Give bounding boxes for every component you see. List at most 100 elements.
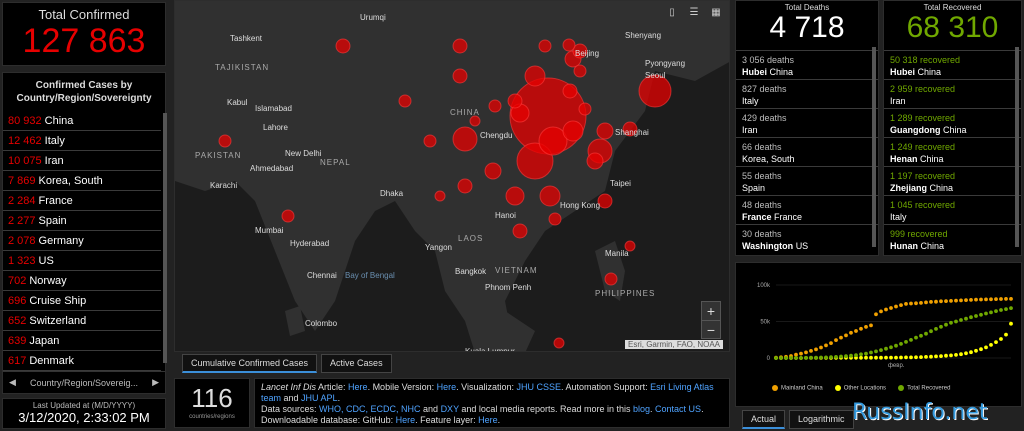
chart-point[interactable] (989, 343, 993, 347)
chart-point[interactable] (904, 355, 908, 360)
tab-logarithmic[interactable]: Logarithmic (789, 410, 854, 429)
chart-point[interactable] (944, 353, 948, 358)
chart-point[interactable] (864, 351, 868, 356)
chart-point[interactable] (974, 314, 978, 318)
chart-point[interactable] (969, 315, 973, 320)
chart-point[interactable] (1004, 297, 1008, 301)
chart-point[interactable] (889, 306, 893, 310)
chart-point[interactable] (784, 356, 788, 360)
country-list-item[interactable]: 639 Japan (3, 331, 161, 351)
case-bubble[interactable] (586, 152, 604, 170)
chart-point[interactable] (894, 355, 898, 360)
legend-item[interactable]: Mainland China (772, 385, 823, 392)
chart-point[interactable] (929, 300, 933, 304)
chart-point[interactable] (869, 355, 873, 360)
legend-item[interactable]: Other Locations (834, 385, 886, 392)
chart-point[interactable] (834, 338, 838, 342)
chart-point[interactable] (909, 338, 913, 342)
country-list-item[interactable]: 652 Switzerland (3, 311, 161, 331)
chart-point[interactable] (849, 353, 853, 358)
deaths-list-item[interactable]: 55 deaths Spain (736, 166, 878, 195)
chart-point[interactable] (799, 351, 803, 356)
case-bubble[interactable] (548, 212, 562, 226)
chart-point[interactable] (974, 297, 978, 302)
chart-point[interactable] (954, 319, 958, 324)
chart-point[interactable] (869, 350, 873, 355)
country-list-item[interactable]: 2 078 Germany (3, 231, 161, 251)
chart-point[interactable] (979, 347, 983, 352)
chart-point[interactable] (999, 297, 1003, 301)
chevron-right-icon[interactable]: ▶ (152, 377, 159, 388)
case-bubble[interactable] (539, 185, 561, 207)
tab-active-cases[interactable]: Active Cases (321, 354, 392, 373)
chart-point[interactable] (994, 340, 998, 344)
case-bubble[interactable] (538, 39, 552, 53)
chart-point[interactable] (829, 355, 833, 359)
zoom-out-button[interactable]: − (702, 320, 720, 338)
chart-point[interactable] (949, 320, 953, 325)
chart-point[interactable] (814, 347, 818, 352)
case-bubble[interactable] (218, 134, 232, 148)
chart-point[interactable] (894, 304, 898, 309)
chart-point[interactable] (899, 303, 903, 307)
chart-point[interactable] (919, 355, 923, 359)
case-bubble[interactable] (512, 223, 528, 239)
deaths-list-item[interactable]: 3 056 deaths Hubei China (736, 50, 878, 79)
case-bubble[interactable] (452, 126, 478, 152)
country-list-item[interactable]: 2 284 France (3, 191, 161, 211)
list-icon[interactable]: ☰ (685, 5, 703, 21)
chart-point[interactable] (964, 351, 968, 356)
recovered-list-item[interactable]: 1 289 recovered Guangdong China (884, 108, 1021, 137)
chart-point[interactable] (954, 298, 958, 303)
recovered-scrollbar[interactable] (1015, 47, 1019, 247)
chart-point[interactable] (774, 356, 778, 360)
chart-point[interactable] (879, 355, 883, 360)
chart-point[interactable] (949, 353, 953, 358)
chart-point[interactable] (934, 299, 938, 304)
country-list-item[interactable]: 2 277 Spain (3, 211, 161, 231)
blog-link[interactable]: blog (633, 404, 650, 414)
chart-point[interactable] (1009, 297, 1013, 301)
case-bubble[interactable] (423, 134, 437, 148)
chart-point[interactable] (959, 298, 963, 303)
chart-point[interactable] (904, 302, 908, 306)
case-bubble[interactable] (488, 99, 502, 113)
deaths-scrollbar[interactable] (872, 47, 876, 247)
chart-point[interactable] (824, 343, 828, 348)
chart-point[interactable] (964, 316, 968, 321)
chart-point[interactable] (989, 310, 993, 315)
chart-point[interactable] (874, 312, 878, 317)
chart-point[interactable] (854, 353, 858, 357)
deaths-list-item[interactable]: 827 deaths Italy (736, 79, 878, 108)
chart-point[interactable] (974, 348, 978, 353)
deaths-list-item[interactable]: 66 deaths Korea, South (736, 137, 878, 166)
chart-point[interactable] (1004, 332, 1008, 337)
case-bubble[interactable] (562, 83, 578, 99)
recovered-list-item[interactable]: 2 959 recovered Iran (884, 79, 1021, 108)
case-bubble[interactable] (335, 38, 351, 54)
bookmark-icon[interactable]: ▯ (663, 5, 681, 21)
case-bubble[interactable] (505, 186, 525, 206)
chart-point[interactable] (814, 355, 818, 360)
chart-point[interactable] (869, 323, 873, 328)
chart-point[interactable] (1009, 306, 1013, 310)
chart-point[interactable] (789, 356, 793, 360)
recovered-list-item[interactable]: 999 recovered Hunan China (884, 224, 1021, 253)
country-list-footer-label[interactable]: Country/Region/Sovereig... (30, 378, 138, 388)
chart-point[interactable] (939, 354, 943, 358)
chart-point[interactable] (909, 301, 913, 306)
recovered-list-item[interactable]: 50 318 recovered Hubei China (884, 50, 1021, 79)
chart-point[interactable] (909, 355, 913, 360)
chart-point[interactable] (924, 331, 928, 336)
case-bubble[interactable] (398, 94, 412, 108)
chart-point[interactable] (879, 348, 883, 352)
country-list-scrollbar[interactable] (163, 113, 167, 363)
case-bubble[interactable] (573, 64, 587, 78)
chart-point[interactable] (839, 354, 843, 359)
chart-point[interactable] (844, 333, 848, 338)
chart-point[interactable] (934, 327, 938, 331)
chart-point[interactable] (1004, 307, 1008, 311)
chart-point[interactable] (899, 355, 903, 360)
chart-point[interactable] (889, 345, 893, 350)
chart-point[interactable] (859, 326, 863, 331)
